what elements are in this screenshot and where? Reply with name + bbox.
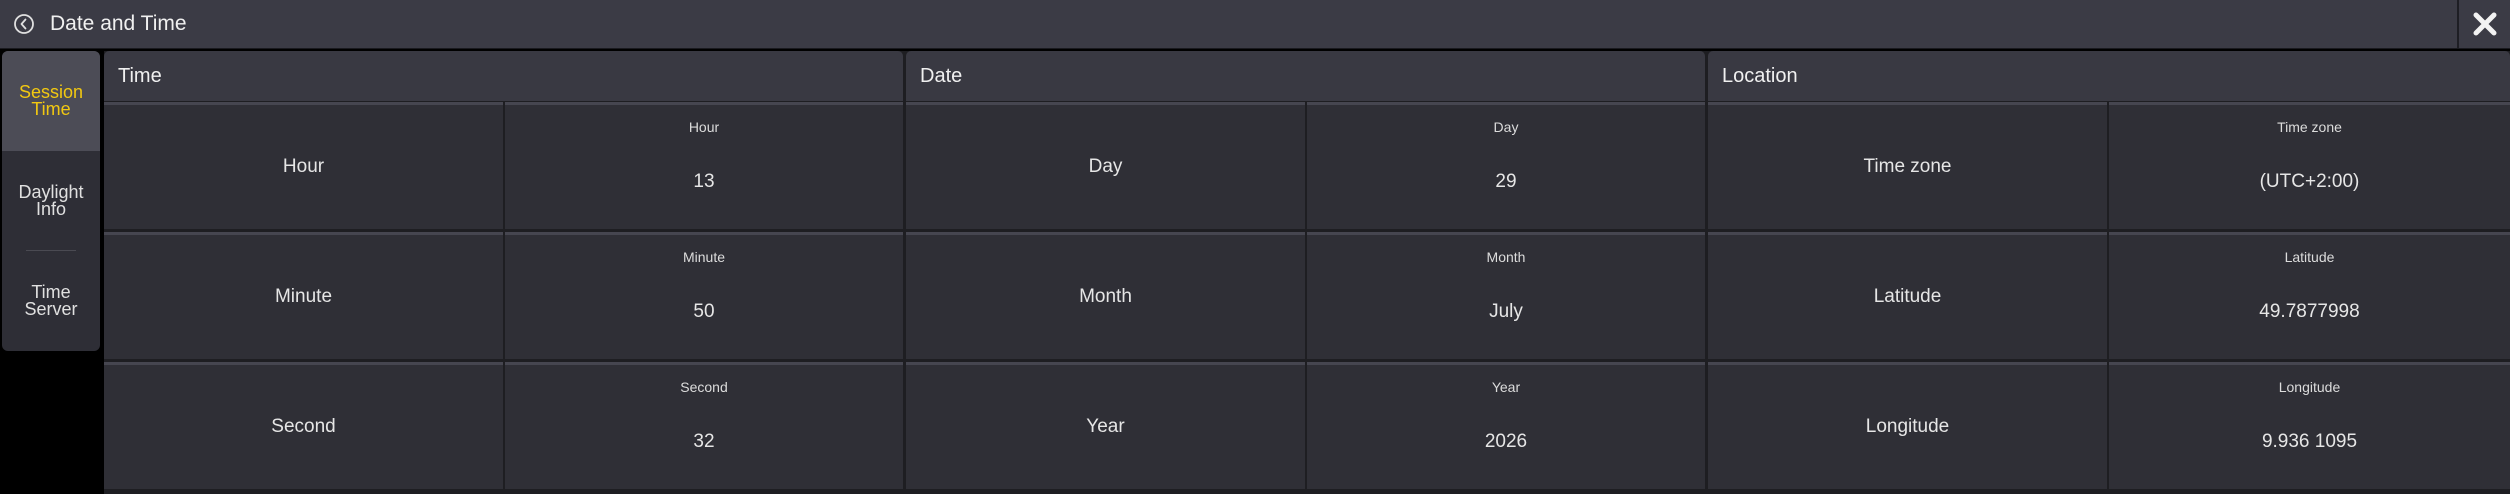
clock-back-icon[interactable] [13, 13, 35, 35]
value-caption: Year [1491, 379, 1521, 395]
time-zone-value-button[interactable]: Time zone (UTC+2:00) [2109, 102, 2510, 229]
section-header-location: Location [1708, 51, 2510, 101]
row-label-day: Day [906, 102, 1305, 229]
value-text: 50 [693, 301, 715, 322]
value-text: 29 [1495, 171, 1517, 192]
year-value-button[interactable]: Year 2026 [1307, 362, 1705, 489]
title-bar: Date and Time [0, 0, 2510, 49]
row-label-minute: Minute [104, 232, 503, 359]
value-caption: Hour [688, 119, 720, 135]
row-label-hour: Hour [104, 102, 503, 229]
value-caption: Time zone [2277, 119, 2342, 135]
value-caption: Day [1493, 119, 1519, 135]
sidebar-item-session-time[interactable]: Session Time [2, 51, 100, 151]
value-caption: Minute [682, 249, 726, 265]
value-text: (UTC+2:00) [2259, 171, 2360, 192]
value-caption: Latitude [2284, 249, 2335, 265]
sidebar-item-label: Daylight Info [18, 182, 84, 219]
value-text: 13 [693, 171, 715, 192]
sidebar-item-label: Session Time [19, 82, 84, 119]
second-value-button[interactable]: Second 32 [505, 362, 903, 489]
sidebar-item-time-server[interactable]: Time Server [2, 251, 100, 351]
day-value-button[interactable]: Day 29 [1307, 102, 1705, 229]
close-x-icon [2473, 12, 2496, 36]
sidebar-item-daylight-info[interactable]: Daylight Info [2, 151, 100, 251]
row-label-latitude: Latitude [1708, 232, 2107, 359]
row-label-year: Year [906, 362, 1305, 489]
value-text: July [1489, 301, 1523, 322]
section-header-time: Time [104, 51, 903, 101]
content-area: Time Hour Hour 13 Minute Minute 50 Secon… [104, 51, 2510, 494]
value-caption: Second [680, 379, 728, 395]
minute-value-button[interactable]: Minute 50 [505, 232, 903, 359]
window-title: Date and Time [50, 12, 187, 35]
row-label-time-zone: Time zone [1708, 102, 2107, 229]
sidebar-item-label: Time Server [24, 282, 78, 319]
row-label-longitude: Longitude [1708, 362, 2107, 489]
hour-value-button[interactable]: Hour 13 [505, 102, 903, 229]
value-caption: Month [1486, 249, 1526, 265]
value-text: 49.7877998 [2259, 301, 2360, 322]
section-header-date: Date [906, 51, 1705, 101]
close-button[interactable] [2457, 0, 2510, 48]
value-caption: Longitude [2278, 379, 2341, 395]
row-label-second: Second [104, 362, 503, 489]
sidebar: Session Time Daylight Info Time Server [2, 51, 100, 351]
longitude-value-button[interactable]: Longitude 9.936 1095 [2109, 362, 2510, 489]
latitude-value-button[interactable]: Latitude 49.7877998 [2109, 232, 2510, 359]
row-label-month: Month [906, 232, 1305, 359]
value-text: 9.936 1095 [2261, 431, 2358, 452]
value-text: 2026 [1484, 431, 1528, 452]
month-value-button[interactable]: Month July [1307, 232, 1705, 359]
value-text: 32 [693, 431, 715, 452]
